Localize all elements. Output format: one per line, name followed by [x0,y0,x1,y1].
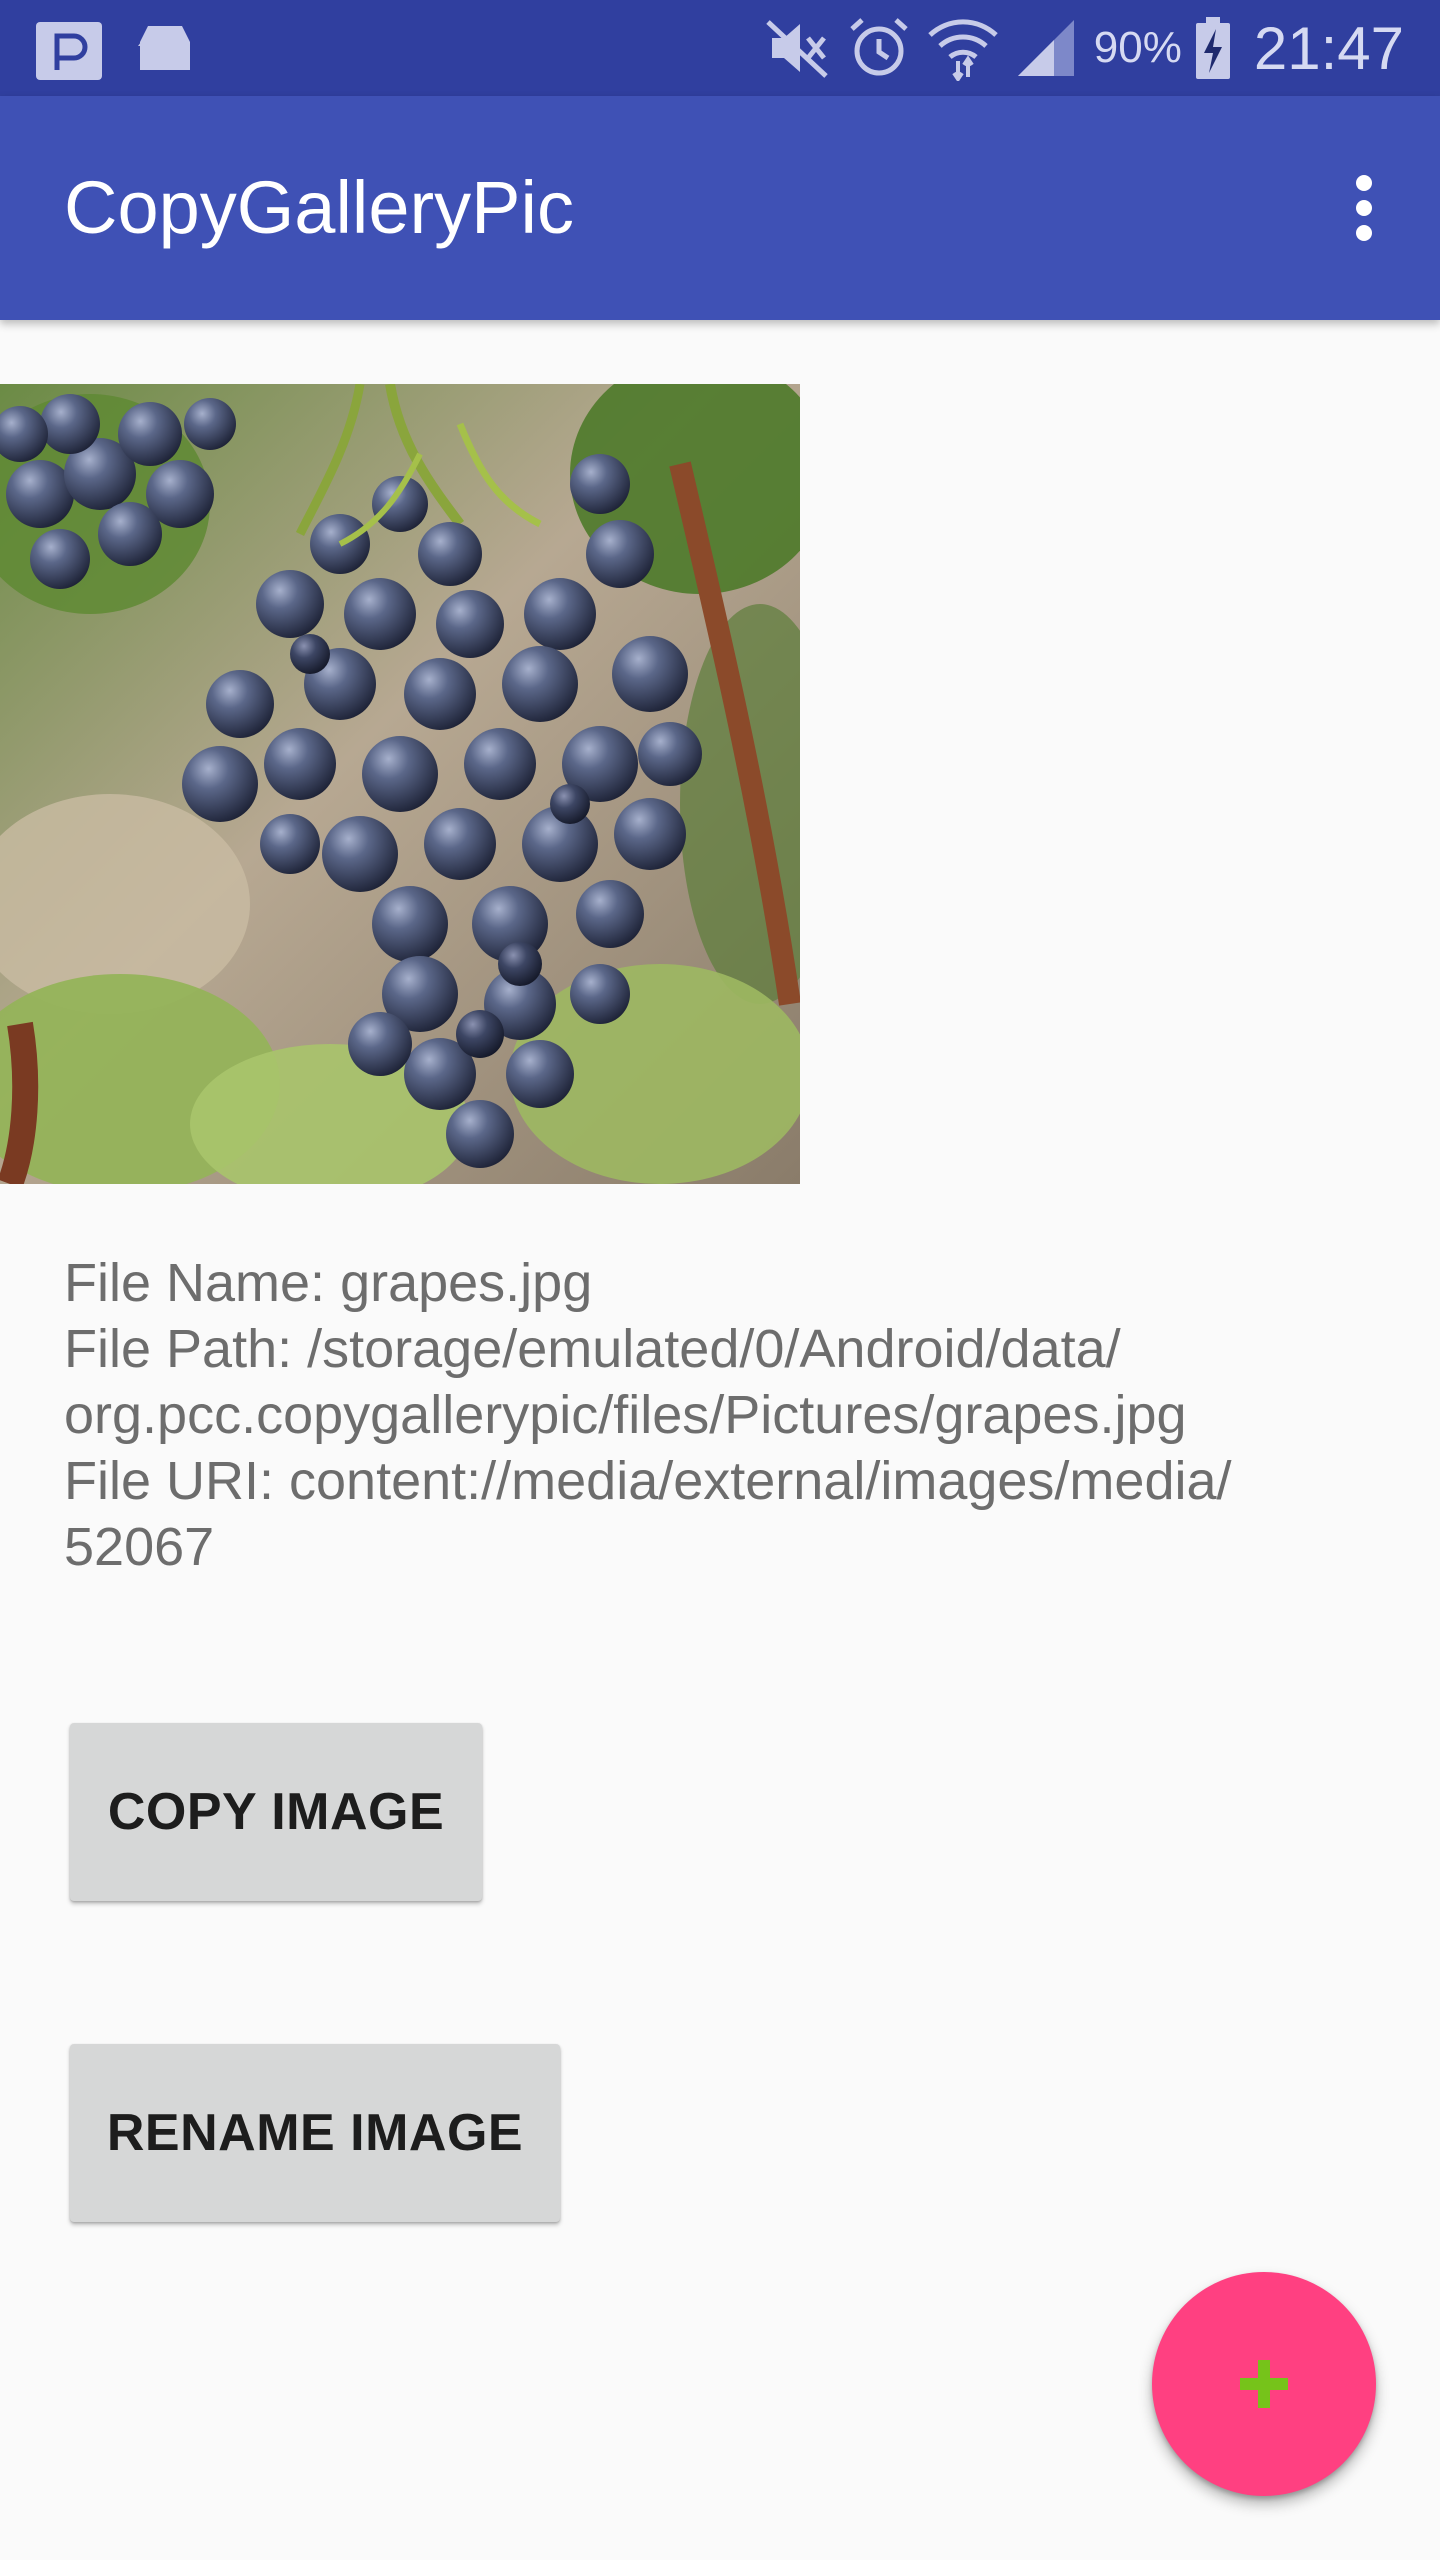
overflow-menu-icon[interactable] [1324,168,1404,248]
signal-icon [1014,16,1080,80]
file-path-text: File Path: /storage/emulated/0/Android/d… [64,1319,1121,1379]
wifi-icon [926,15,1000,81]
status-indicators: 90% 21:47 [762,0,1404,96]
clock: 21:47 [1253,14,1404,82]
app-title: CopyGalleryPic [64,166,574,249]
plus-icon [1236,2356,1292,2412]
add-fab-button[interactable] [1152,2272,1376,2496]
alarm-icon [846,15,912,81]
rename-image-button[interactable]: RENAME IMAGE [70,2044,560,2222]
selected-image [0,384,800,1184]
file-info: File Name: grapes.jpg File Path: /storag… [64,1250,1394,1580]
file-uri-text-continued: 52067 [64,1517,215,1577]
battery-charging-icon [1194,15,1232,81]
app-bar: CopyGalleryPic [0,96,1440,320]
home-app-icon [132,18,198,79]
copy-image-button[interactable]: COPY IMAGE [70,1723,482,1901]
notification-p-icon [34,20,104,87]
status-bar: 90% 21:47 [0,0,1440,96]
file-path-text-continued: org.pcc.copygallerypic/files/Pictures/gr… [64,1385,1187,1445]
file-uri-text: File URI: content://media/external/image… [64,1451,1232,1511]
mute-icon [762,16,832,80]
file-name-text: File Name: grapes.jpg [64,1253,593,1313]
battery-percent: 90% [1093,23,1182,72]
